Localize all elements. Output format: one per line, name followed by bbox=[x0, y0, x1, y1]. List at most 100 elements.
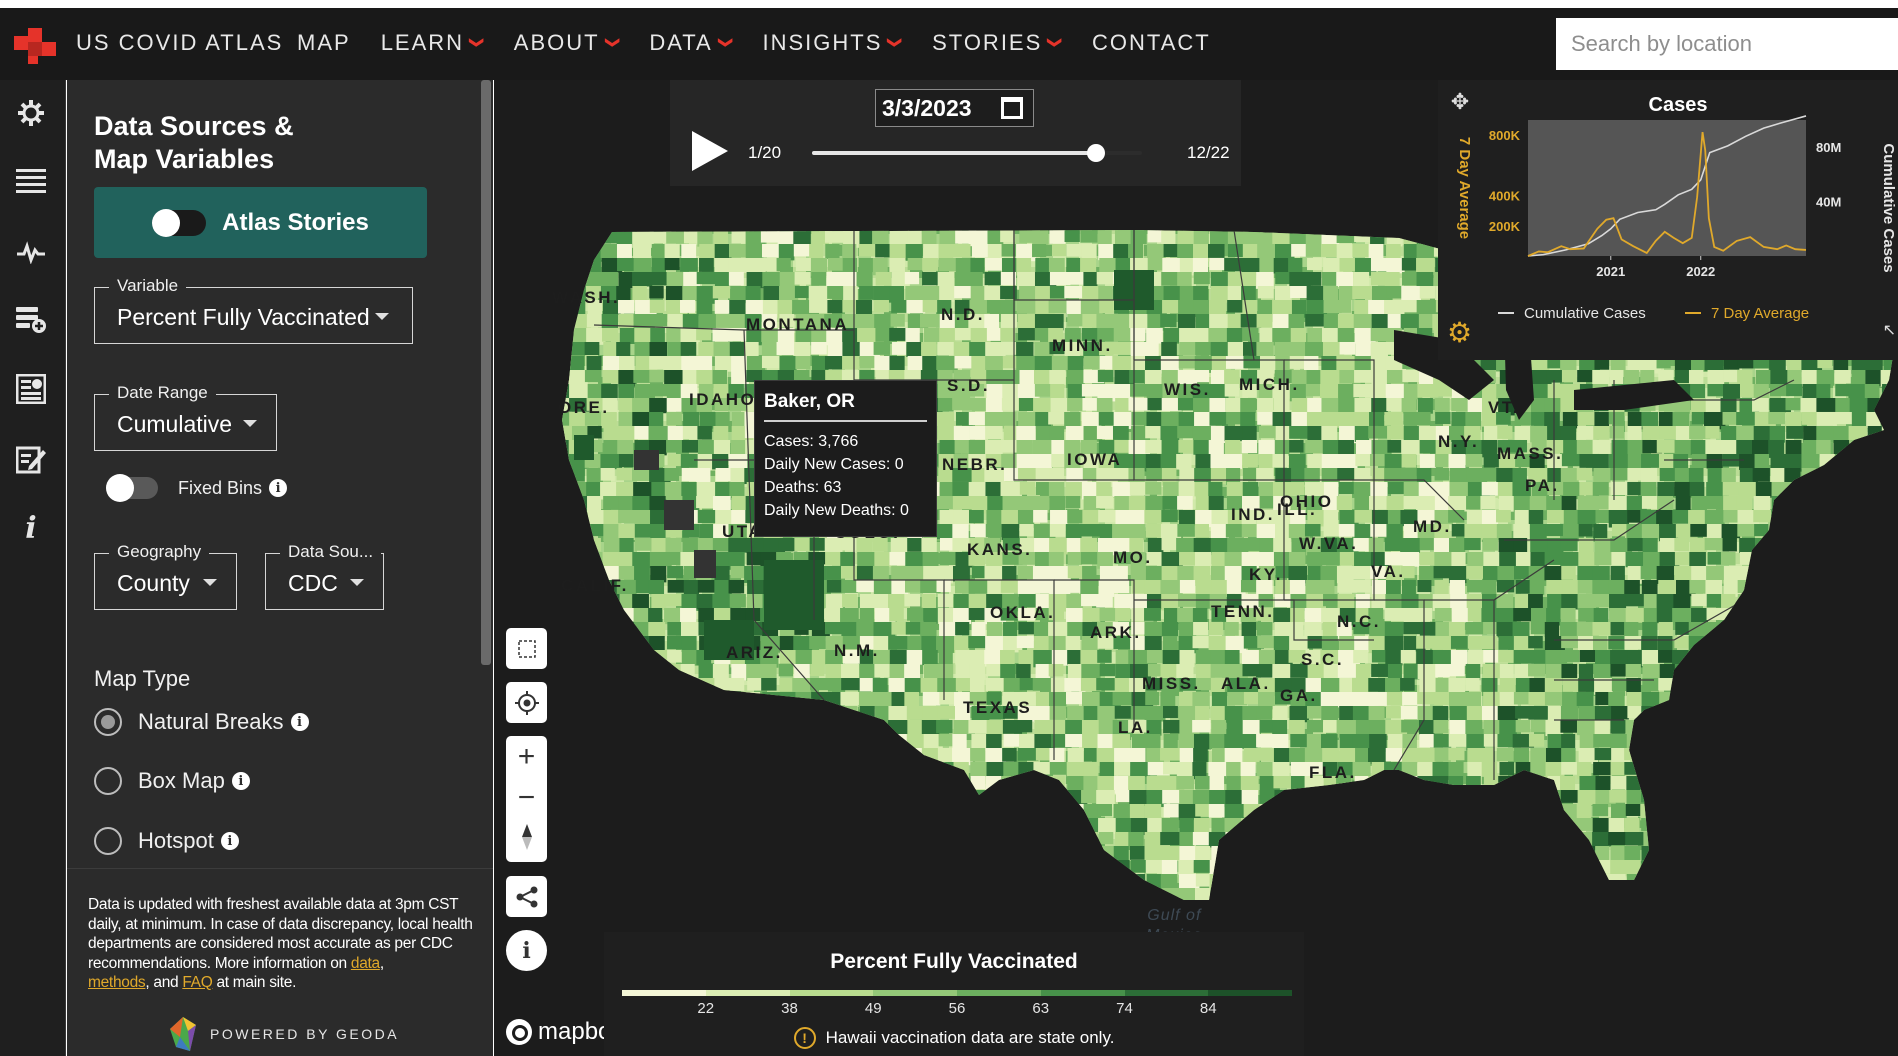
tooltip-title: Baker, OR bbox=[764, 391, 927, 422]
x-tick-label: 2022 bbox=[1686, 264, 1715, 279]
data-source-select[interactable]: Data Sou... CDC bbox=[265, 542, 384, 610]
county-tooltip: Baker, OR Cases: 3,766 Daily New Cases: … bbox=[754, 380, 937, 537]
state-label: MO. bbox=[1113, 548, 1153, 567]
locate-icon[interactable] bbox=[506, 682, 547, 723]
compass-icon[interactable] bbox=[520, 823, 534, 857]
state-label: IOWA bbox=[1067, 450, 1123, 469]
pulse-icon[interactable] bbox=[13, 234, 49, 270]
nav-insights[interactable]: INSIGHTS ❯ bbox=[762, 30, 904, 56]
cases-chart-panel: ✥ Cases 800K 400K 200K 80M 40M 2021 2022 7 Day … bbox=[1438, 80, 1898, 360]
info-icon[interactable]: i bbox=[13, 510, 49, 546]
y-right-tick: 80M bbox=[1816, 140, 1841, 155]
legend-tick: 63 bbox=[1032, 1000, 1050, 1017]
zoom-in-icon[interactable]: + bbox=[518, 741, 536, 772]
tooltip-line: Daily New Deaths: 0 bbox=[764, 502, 909, 519]
box-select-icon[interactable] bbox=[506, 628, 547, 669]
data-source-value: CDC bbox=[288, 570, 338, 596]
chevron-down-icon: ❯ bbox=[1047, 36, 1064, 50]
state-label: KY. bbox=[1249, 565, 1283, 584]
powered-by-geoda[interactable]: POWERED BY GEODA bbox=[170, 1017, 399, 1051]
legend-swatch bbox=[789, 990, 874, 996]
faq-link[interactable]: FAQ bbox=[182, 974, 212, 991]
chart-settings-gear-icon[interactable]: ⚙ bbox=[1447, 316, 1472, 349]
nav-stories[interactable]: STORIES ❯ bbox=[932, 30, 1064, 56]
left-icon-rail: i bbox=[0, 80, 66, 1056]
stories-toggle[interactable] bbox=[152, 208, 207, 237]
report-icon[interactable] bbox=[13, 371, 49, 407]
nav-contact[interactable]: CONTACT bbox=[1092, 30, 1211, 56]
stories-label: Atlas Stories bbox=[222, 208, 369, 236]
variable-select[interactable]: Variable Percent Fully Vaccinated bbox=[94, 276, 413, 344]
geoda-logo-icon bbox=[170, 1017, 196, 1051]
slider-thumb[interactable] bbox=[1086, 144, 1105, 162]
note-sep: , bbox=[379, 954, 384, 972]
variable-legend: Variable bbox=[109, 276, 187, 296]
atlas-logo[interactable] bbox=[14, 28, 56, 64]
note-end: at main site. bbox=[212, 974, 297, 991]
list-icon[interactable] bbox=[13, 164, 49, 200]
fixed-bins-toggle[interactable] bbox=[106, 474, 158, 502]
edit-icon[interactable] bbox=[13, 441, 49, 477]
main-nav: MAP LEARN ❯ ABOUT ❯ DATA ❯ INSIGHTS ❯ STORIES ❯ CON… bbox=[297, 30, 1241, 56]
radio-button[interactable] bbox=[94, 767, 122, 795]
nav-label: LEARN bbox=[380, 30, 465, 55]
play-icon[interactable] bbox=[692, 131, 728, 171]
legend-label-7day: 7 Day Average bbox=[1711, 305, 1809, 322]
share-icon[interactable] bbox=[506, 876, 547, 917]
atlas-stories-toggle-button[interactable]: Atlas Stories bbox=[94, 187, 427, 258]
calendar-icon[interactable] bbox=[1001, 97, 1023, 119]
nav-learn[interactable]: LEARN ❯ bbox=[380, 30, 486, 56]
nav-map[interactable]: MAP bbox=[297, 30, 351, 56]
legend-swatch bbox=[705, 990, 790, 996]
state-label: MASS. bbox=[1497, 444, 1564, 463]
info-icon[interactable]: i bbox=[290, 713, 309, 731]
radio-button[interactable] bbox=[94, 708, 122, 736]
date-range-legend: Date Range bbox=[109, 383, 216, 403]
nav-label: INSIGHTS bbox=[762, 30, 883, 55]
radio-natural-breaks[interactable]: Natural Breaks i bbox=[94, 708, 309, 736]
methods-link[interactable]: methods bbox=[88, 974, 146, 991]
chevron-down-icon: ❯ bbox=[887, 36, 904, 50]
state-label: N.D. bbox=[941, 305, 985, 324]
add-data-icon[interactable] bbox=[13, 302, 49, 338]
radio-box-map[interactable]: Box Map i bbox=[94, 767, 250, 795]
state-label: KANS. bbox=[967, 540, 1033, 559]
map-canvas[interactable]: WASH.MONTANAN.D.MINN.ORE.IDAHOWYO.S.D.WI… bbox=[494, 80, 1898, 1056]
map-legend: Percent Fully Vaccinated 22 38 49 56 63 74 84 … bbox=[604, 932, 1304, 1056]
radio-button[interactable] bbox=[94, 827, 122, 855]
note-and: , and bbox=[145, 974, 183, 991]
nav-about[interactable]: ABOUT ❯ bbox=[514, 30, 621, 56]
timeline-end-label: 12/22 bbox=[1187, 143, 1230, 162]
gear-icon[interactable] bbox=[13, 95, 49, 131]
state-label: S.D. bbox=[947, 376, 991, 395]
search-input[interactable] bbox=[1556, 18, 1898, 70]
nav-data[interactable]: DATA ❯ bbox=[649, 30, 734, 56]
state-label: ALA. bbox=[1221, 674, 1271, 693]
top-navbar: US COVID ATLAS MAP LEARN ❯ ABOUT ❯ DATA ❯ INSIG… bbox=[0, 8, 1898, 80]
chevron-down-icon bbox=[375, 313, 389, 320]
nav-label: CONTACT bbox=[1092, 30, 1211, 55]
info-icon[interactable]: i bbox=[231, 772, 250, 790]
date-picker[interactable]: 3/3/2023 bbox=[875, 89, 1034, 127]
map-type-title: Map Type bbox=[94, 666, 191, 691]
info-icon[interactable]: i bbox=[506, 930, 547, 971]
panel-scrollbar[interactable] bbox=[481, 80, 491, 665]
info-icon[interactable]: i bbox=[220, 832, 239, 850]
zoom-out-icon[interactable]: − bbox=[518, 782, 536, 813]
resize-icon[interactable]: ↖ bbox=[1883, 320, 1896, 340]
mapbox-logo-icon bbox=[506, 1019, 532, 1045]
fixed-bins-row: Fixed Bins i bbox=[106, 474, 288, 502]
timeline-slider[interactable] bbox=[812, 144, 1142, 162]
state-label: MONTANA bbox=[746, 315, 850, 334]
zoom-controls: + − bbox=[506, 736, 547, 862]
state-label: IND. bbox=[1231, 505, 1275, 524]
geography-select[interactable]: Geography County bbox=[94, 542, 237, 610]
state-label: MICH. bbox=[1239, 375, 1300, 394]
radio-hotspot[interactable]: Hotspot i bbox=[94, 827, 239, 855]
data-link[interactable]: data bbox=[351, 955, 380, 972]
info-icon[interactable]: i bbox=[269, 479, 288, 497]
date-range-select[interactable]: Date Range Cumulative bbox=[94, 383, 277, 451]
state-label: VA. bbox=[1371, 562, 1406, 581]
data-update-note: Data is updated with freshest available … bbox=[88, 895, 488, 993]
brand-name[interactable]: US COVID ATLAS bbox=[76, 30, 283, 56]
